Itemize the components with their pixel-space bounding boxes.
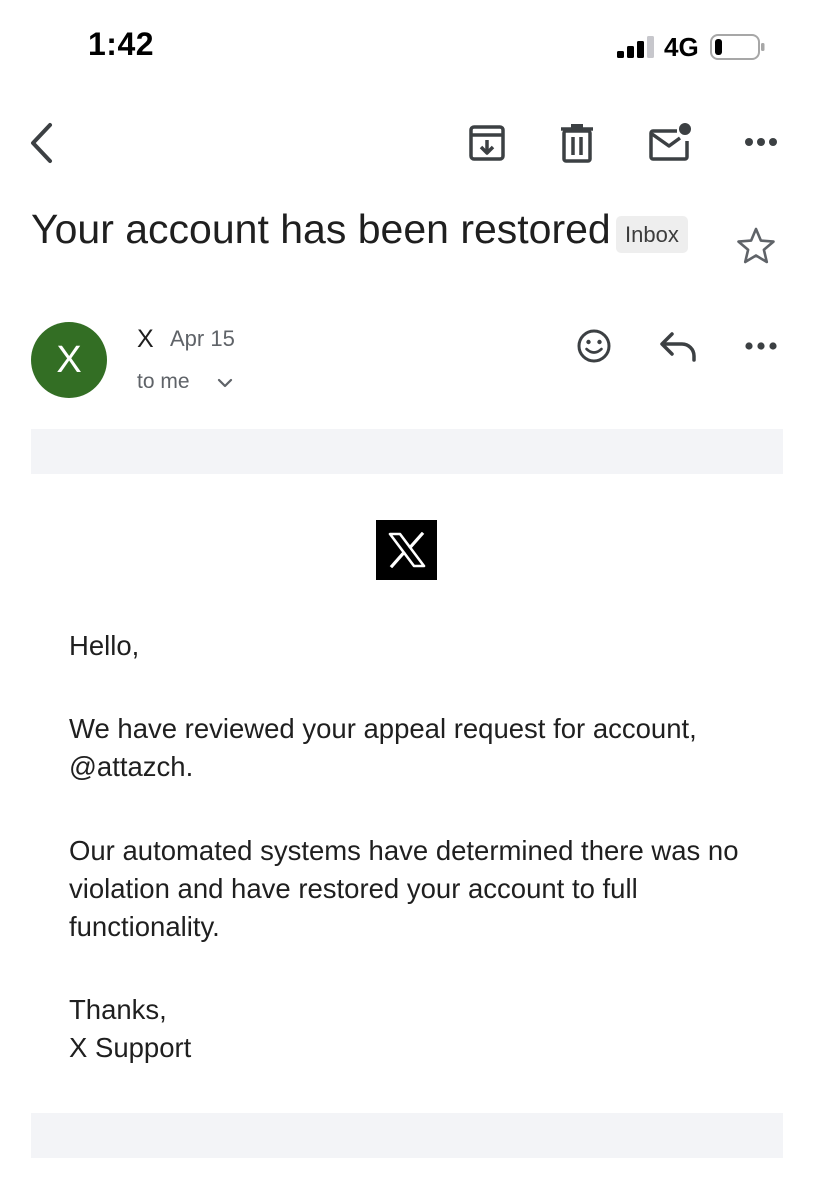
- sender-name[interactable]: X: [137, 325, 154, 354]
- email-subject: Your account has been restored: [31, 206, 611, 252]
- emoji-icon: [577, 329, 611, 363]
- more-icon: [745, 342, 777, 350]
- chevron-down-icon[interactable]: [214, 372, 236, 394]
- email-footer-band: [31, 1113, 783, 1158]
- add-reaction-button[interactable]: [572, 324, 616, 368]
- email-greeting: Hello,: [69, 630, 140, 661]
- battery-icon: [710, 34, 765, 60]
- inbox-label-chip[interactable]: Inbox: [616, 216, 688, 253]
- email-date: Apr 15: [170, 326, 235, 351]
- status-time: 1:42: [88, 26, 155, 62]
- mark-unread-icon: [649, 123, 691, 161]
- x-logo-icon: [388, 532, 425, 568]
- mark-unread-button[interactable]: [644, 118, 696, 166]
- signal-strength-icon: [617, 36, 654, 58]
- network-type: 4G: [664, 32, 699, 62]
- email-signoff: Thanks, X Support: [69, 991, 769, 1067]
- x-logo: [376, 520, 437, 580]
- recipients-summary[interactable]: to me: [137, 370, 190, 394]
- signoff-line-2: X Support: [69, 1032, 192, 1063]
- more-options-button[interactable]: [738, 124, 784, 160]
- email-paragraph-1: We have reviewed your appeal request for…: [69, 713, 697, 782]
- message-more-button[interactable]: [738, 328, 784, 364]
- signoff-line-1: Thanks,: [69, 994, 167, 1025]
- more-icon: [745, 138, 777, 146]
- delete-button[interactable]: [552, 120, 602, 166]
- email-paragraph-2: Our automated systems have determined th…: [69, 835, 739, 942]
- archive-icon: [469, 125, 505, 161]
- reply-button[interactable]: [654, 326, 702, 366]
- delete-icon: [561, 124, 593, 163]
- sender-avatar[interactable]: X: [31, 322, 107, 398]
- star-button[interactable]: [734, 224, 778, 268]
- back-button[interactable]: [20, 118, 64, 168]
- star-icon: [737, 227, 775, 264]
- archive-button[interactable]: [462, 120, 512, 166]
- reply-icon: [660, 332, 696, 362]
- back-arrow-icon: [31, 123, 52, 163]
- email-header-band: [31, 429, 783, 474]
